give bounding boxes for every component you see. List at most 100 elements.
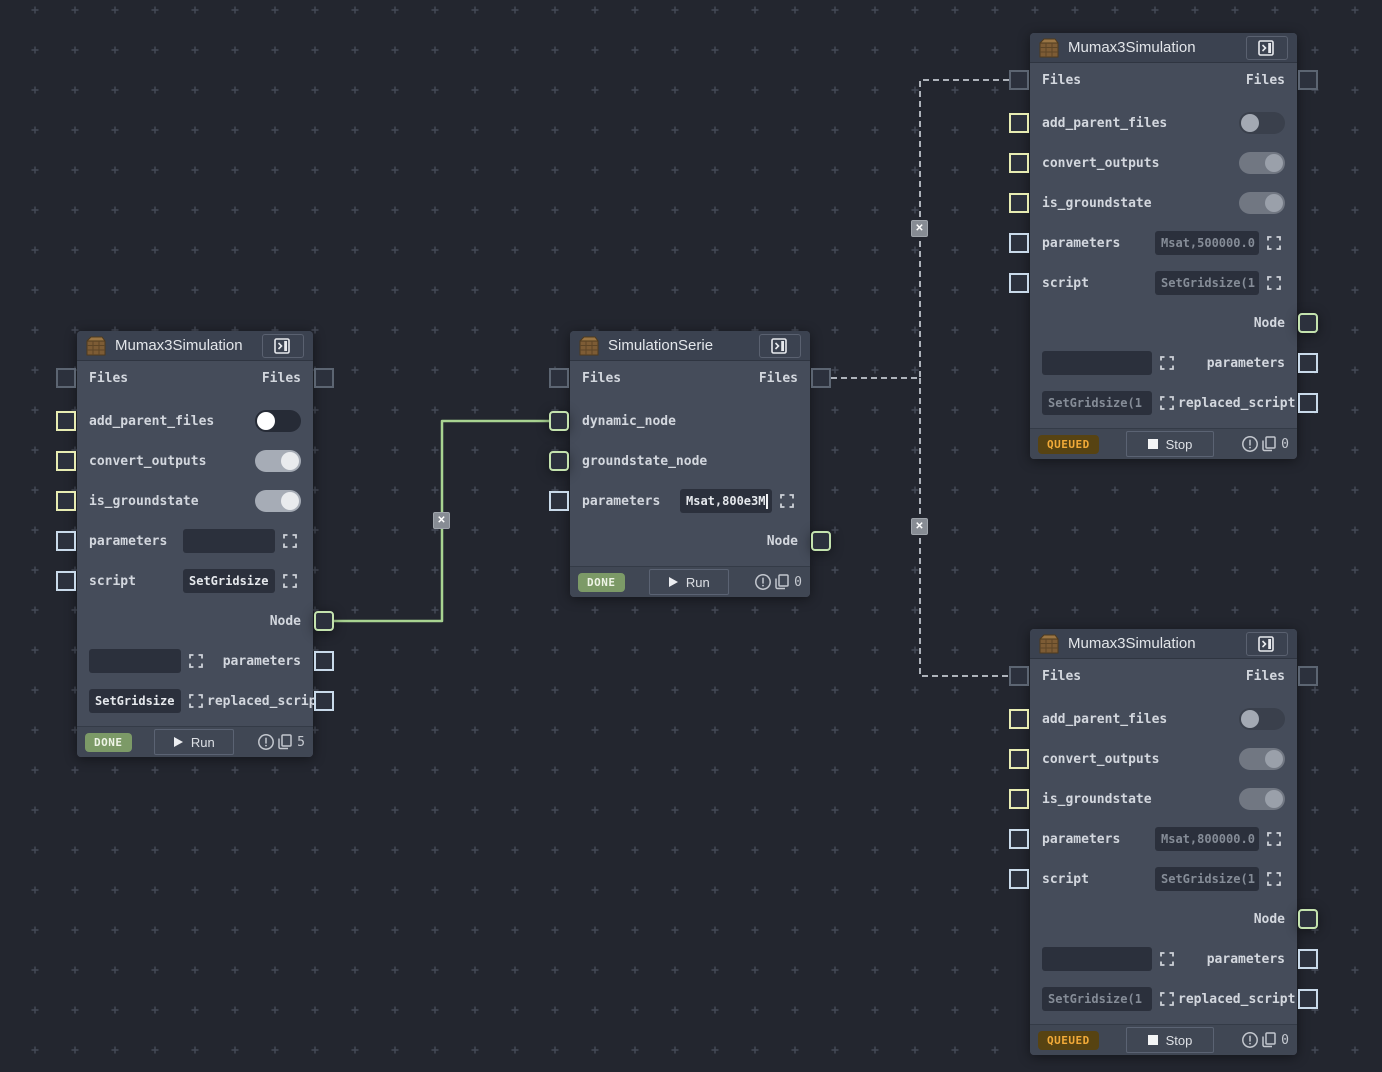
is-groundstate-toggle[interactable] (1239, 788, 1285, 810)
node-editor-canvas[interactable]: ✕ ✕ ✕ Mumax3Simulation (0, 0, 1382, 1072)
script-input[interactable]: SetGridsize (183, 569, 275, 593)
node-header[interactable]: Mumax3Simulation (1030, 629, 1297, 659)
expand-button[interactable] (1156, 392, 1178, 414)
expand-button[interactable] (279, 530, 301, 552)
socket-node-output[interactable] (1298, 313, 1318, 333)
parameters-out-input[interactable] (1042, 947, 1152, 971)
field-row-is-groundstate: is_groundstate (77, 481, 313, 521)
socket-parameters-output[interactable] (1298, 353, 1318, 373)
socket-convert-outputs[interactable] (1009, 153, 1029, 173)
socket-node-output[interactable] (1298, 909, 1318, 929)
socket-node-output[interactable] (811, 531, 831, 551)
socket-files-output[interactable] (1298, 666, 1318, 686)
script-input[interactable]: SetGridsize(1 (1155, 867, 1259, 891)
socket-convert-outputs[interactable] (56, 451, 76, 471)
alert-icon[interactable] (1241, 435, 1259, 453)
replaced-script-input[interactable]: SetGridsize(1 (1042, 987, 1152, 1011)
stop-button[interactable]: Stop (1126, 431, 1214, 457)
expand-button[interactable] (1156, 352, 1178, 374)
node-simulationserie[interactable]: SimulationSerie Files Files dynamic_node (570, 331, 810, 597)
socket-files-output[interactable] (314, 368, 334, 388)
socket-groundstate-node[interactable] (549, 451, 569, 471)
socket-files-input[interactable] (56, 368, 76, 388)
edge-delete-button[interactable]: ✕ (433, 512, 450, 529)
socket-parameters[interactable] (1009, 233, 1029, 253)
socket-replaced-script-output[interactable] (1298, 393, 1318, 413)
run-button[interactable]: Run (649, 569, 729, 595)
socket-script[interactable] (1009, 869, 1029, 889)
is-groundstate-toggle[interactable] (255, 490, 301, 512)
copy-icon[interactable] (1260, 435, 1278, 453)
add-parent-files-toggle[interactable] (1239, 112, 1285, 134)
edge-delete-button[interactable]: ✕ (911, 220, 928, 237)
stop-button[interactable]: Stop (1126, 1027, 1214, 1053)
socket-files-output[interactable] (811, 368, 831, 388)
socket-add-parent-files[interactable] (1009, 113, 1029, 133)
socket-replaced-script-output[interactable] (314, 691, 334, 711)
replaced-script-input[interactable]: SetGridsize(1 (1042, 391, 1152, 415)
socket-is-groundstate[interactable] (56, 491, 76, 511)
expand-button[interactable] (1156, 948, 1178, 970)
node-mumax3simulation-bottom-right[interactable]: Mumax3Simulation Files Files add_parent_ (1030, 629, 1297, 1055)
script-input[interactable]: SetGridsize(1 (1155, 271, 1259, 295)
socket-parameters-output[interactable] (314, 651, 334, 671)
socket-parameters[interactable] (56, 531, 76, 551)
socket-is-groundstate[interactable] (1009, 193, 1029, 213)
open-panel-button[interactable] (1246, 36, 1288, 60)
parameters-out-input[interactable] (89, 649, 181, 673)
socket-add-parent-files[interactable] (1009, 709, 1029, 729)
expand-button[interactable] (1263, 232, 1285, 254)
alert-icon[interactable] (257, 733, 275, 751)
socket-parameters[interactable] (549, 491, 569, 511)
socket-node-output[interactable] (314, 611, 334, 631)
socket-files-input[interactable] (1009, 70, 1029, 90)
socket-files-output[interactable] (1298, 70, 1318, 90)
expand-button[interactable] (279, 570, 301, 592)
socket-files-input[interactable] (1009, 666, 1029, 686)
socket-parameters-output[interactable] (1298, 949, 1318, 969)
parameters-input[interactable] (183, 529, 275, 553)
open-panel-button[interactable] (1246, 632, 1288, 656)
expand-button[interactable] (1263, 272, 1285, 294)
convert-outputs-toggle[interactable] (1239, 152, 1285, 174)
replaced-script-input[interactable]: SetGridsize (89, 689, 181, 713)
copy-icon[interactable] (276, 733, 294, 751)
socket-convert-outputs[interactable] (1009, 749, 1029, 769)
expand-button[interactable] (776, 490, 798, 512)
parameters-input[interactable]: Msat,500000.0 (1155, 231, 1259, 255)
expand-button[interactable] (185, 690, 207, 712)
expand-button[interactable] (1263, 828, 1285, 850)
socket-replaced-script-output[interactable] (1298, 989, 1318, 1009)
parameters-input[interactable]: Msat,800000.0 (1155, 827, 1259, 851)
open-panel-button[interactable] (262, 334, 304, 358)
socket-is-groundstate[interactable] (1009, 789, 1029, 809)
is-groundstate-toggle[interactable] (1239, 192, 1285, 214)
node-mumax3simulation-left[interactable]: Mumax3Simulation Files Files add_parent_ (77, 331, 313, 757)
node-header[interactable]: SimulationSerie (570, 331, 810, 361)
alert-icon[interactable] (754, 573, 772, 591)
node-header[interactable]: Mumax3Simulation (77, 331, 313, 361)
socket-script[interactable] (1009, 273, 1029, 293)
socket-files-input[interactable] (549, 368, 569, 388)
socket-script[interactable] (56, 571, 76, 591)
add-parent-files-toggle[interactable] (1239, 708, 1285, 730)
parameters-input[interactable]: Msat,800e3M (680, 489, 772, 513)
open-panel-button[interactable] (759, 334, 801, 358)
copy-icon[interactable] (773, 573, 791, 591)
node-header[interactable]: Mumax3Simulation (1030, 33, 1297, 63)
run-button[interactable]: Run (154, 729, 234, 755)
convert-outputs-toggle[interactable] (1239, 748, 1285, 770)
expand-button[interactable] (1156, 988, 1178, 1010)
node-mumax3simulation-top-right[interactable]: Mumax3Simulation Files Files add_parent_ (1030, 33, 1297, 459)
add-parent-files-toggle[interactable] (255, 410, 301, 432)
parameters-out-input[interactable] (1042, 351, 1152, 375)
socket-dynamic-node[interactable] (549, 411, 569, 431)
edge-delete-button[interactable]: ✕ (911, 518, 928, 535)
expand-button[interactable] (1263, 868, 1285, 890)
copy-icon[interactable] (1260, 1031, 1278, 1049)
socket-add-parent-files[interactable] (56, 411, 76, 431)
alert-icon[interactable] (1241, 1031, 1259, 1049)
socket-parameters[interactable] (1009, 829, 1029, 849)
convert-outputs-toggle[interactable] (255, 450, 301, 472)
expand-button[interactable] (185, 650, 207, 672)
